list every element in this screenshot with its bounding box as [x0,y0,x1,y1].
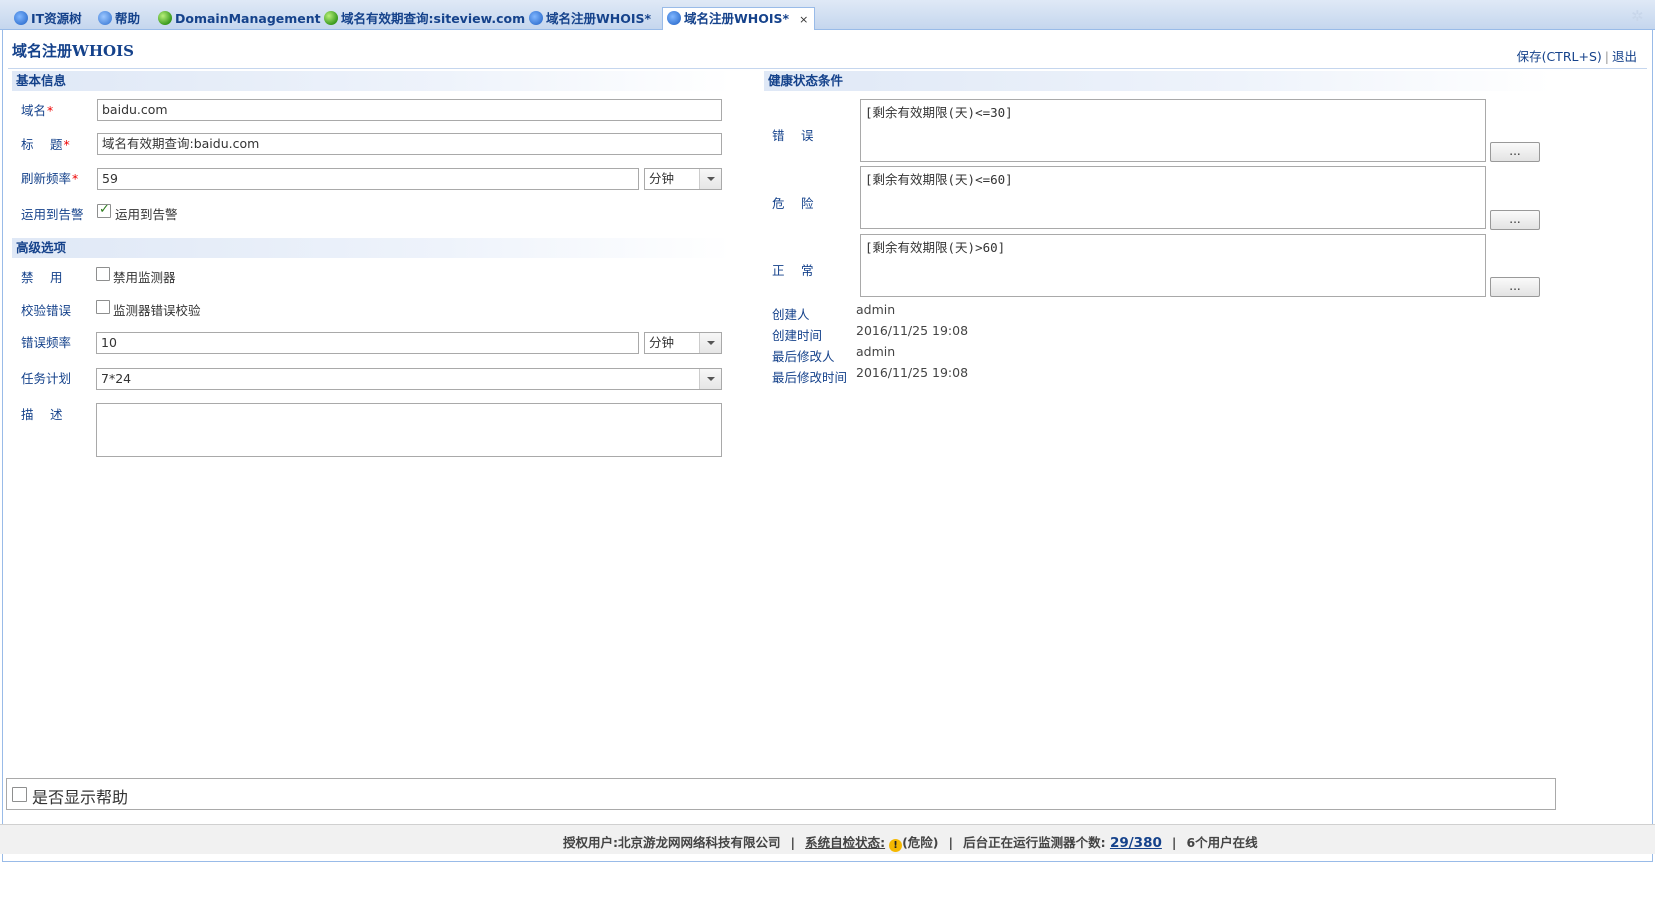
licensed-user: 授权用户:北京游龙网网络科技有限公司 [563,835,781,850]
apply-to-alarm-checkbox[interactable] [97,202,111,218]
section-advanced-options: 高级选项 [12,238,732,258]
title-label: 标 题* [21,134,70,153]
tab-label: 域名注册WHOIS* [546,11,652,26]
modifier-value: admin [856,344,896,359]
tab-label: 帮助 [115,11,141,26]
verify-error-label: 校验错误 [21,303,72,318]
select-value: 分钟 [649,335,675,350]
disable-monitor-text: 禁用监测器 [113,270,176,285]
warning-condition-label: 危 险 [772,196,814,211]
warning-condition-button[interactable]: ... [1490,210,1540,230]
tab-label: 域名有效期查询:siteview.com [341,11,526,26]
modifier-label: 最后修改人 [772,349,835,364]
select-value: 分钟 [649,171,675,186]
error-frequency-field[interactable]: 10 [96,332,639,354]
tab-whois-active[interactable]: 域名注册WHOIS* × [662,7,816,31]
help-toggle-bar: 是否显示帮助 [6,778,1556,810]
error-condition-textarea[interactable]: [剩余有效期限(天)<=30] [860,99,1486,162]
normal-condition-label: 正 常 [772,263,814,278]
apply-to-alarm-text: 运用到告警 [115,207,178,222]
created-time-label: 创建时间 [772,328,823,343]
schedule-select[interactable]: 7*24 [96,368,722,390]
globe-icon [158,11,172,25]
status-bar: 授权用户:北京游龙网网络科技有限公司 | 系统自检状态:! (危险) | 后台正在运行监测… [0,824,1655,854]
status-line: 授权用户:北京游龙网网络科技有限公司 | 系统自检状态:! (危险) | 后台正在运行监测… [563,832,1258,852]
chevron-down-icon[interactable] [699,369,721,389]
running-monitors-label: 后台正在运行监测器个数: [963,835,1106,850]
show-help-text: 是否显示帮助 [32,788,129,807]
tab-help[interactable]: 帮助 [94,8,146,30]
gear-icon[interactable]: ✲ [1631,9,1645,24]
chevron-down-icon[interactable] [699,169,721,189]
tab-it-resource-tree[interactable]: IT资源树 [10,8,88,30]
divider: | [948,835,954,850]
disable-label: 禁 用 [21,270,63,285]
warning-icon: ! [889,839,903,852]
creator-value: admin [856,302,896,317]
self-check-link[interactable]: 系统自检状态: [805,835,885,850]
domain-label: 域名* [21,100,53,119]
divider: | [1604,49,1609,64]
show-help-checkbox[interactable] [12,787,27,802]
logo-icon [14,11,28,25]
tab-domain-management[interactable]: DomainManagement [154,8,327,30]
modified-time-label: 最后修改时间 [772,370,848,385]
tab-whois-1[interactable]: 域名注册WHOIS* [525,8,657,30]
normal-condition-button[interactable]: ... [1490,277,1540,297]
page-title: 域名注册WHOIS [12,42,134,60]
divider [8,68,1647,69]
section-basic-info: 基本信息 [12,71,732,91]
title-field[interactable]: 域名有效期查询:baidu.com [97,133,722,155]
schedule-label: 任务计划 [21,371,72,386]
tab-label: IT资源树 [31,11,82,26]
save-button[interactable]: 保存(CTRL+S) [1517,49,1602,64]
description-textarea[interactable] [96,403,722,457]
online-users: 6个用户在线 [1186,835,1258,850]
error-condition-button[interactable]: ... [1490,142,1540,162]
logo-icon [667,11,681,25]
modified-time-value: 2016/11/25 19:08 [856,365,969,380]
top-actions: 保存(CTRL+S) | 退出 [1517,46,1637,65]
logo-icon [529,11,543,25]
tab-domain-expiry-siteview[interactable]: 域名有效期查询:siteview.com [320,8,531,30]
running-monitors-count[interactable]: 29/380 [1110,835,1162,851]
creator-label: 创建人 [772,307,810,322]
divider: | [1171,835,1177,850]
description-label: 描 述 [21,407,63,422]
divider: | [790,835,796,850]
required-mark: * [72,171,79,186]
required-mark: * [63,137,70,152]
label-text: 标 题 [21,137,63,152]
error-frequency-label: 错误频率 [21,335,72,350]
refresh-unit-select[interactable]: 分钟 [644,168,722,190]
tab-label: 域名注册WHOIS* [684,11,790,26]
refresh-frequency-field[interactable]: 59 [97,168,639,190]
apply-to-alarm-label: 运用到告警 [21,207,84,222]
exit-button[interactable]: 退出 [1612,49,1637,64]
warning-condition-textarea[interactable]: [剩余有效期限(天)<=60] [860,166,1486,229]
label-text: 刷新频率 [21,171,72,186]
select-value: 7*24 [101,371,132,386]
required-mark: * [47,103,54,118]
tab-bar: IT资源树 帮助 DomainManagement 域名有效期查询:sitevi… [0,0,1655,31]
self-check-state: (危险) [902,835,939,850]
tab-label: DomainManagement [175,11,321,26]
disable-monitor-checkbox[interactable] [96,267,110,281]
globe-icon [324,11,338,25]
verify-error-text: 监测器错误校验 [113,303,201,318]
help-icon [98,11,112,25]
close-icon[interactable]: × [799,13,808,26]
created-time-value: 2016/11/25 19:08 [856,323,969,338]
section-health-conditions: 健康状态条件 [764,71,1552,91]
refresh-frequency-label: 刷新频率* [21,168,78,187]
error-condition-label: 错 误 [772,128,814,143]
chevron-down-icon[interactable] [699,333,721,353]
label-text: 域名 [21,103,47,118]
normal-condition-textarea[interactable]: [剩余有效期限(天)>60] [860,234,1486,297]
verify-error-checkbox[interactable] [96,300,110,314]
domain-field[interactable]: baidu.com [97,99,722,121]
error-unit-select[interactable]: 分钟 [644,332,722,354]
